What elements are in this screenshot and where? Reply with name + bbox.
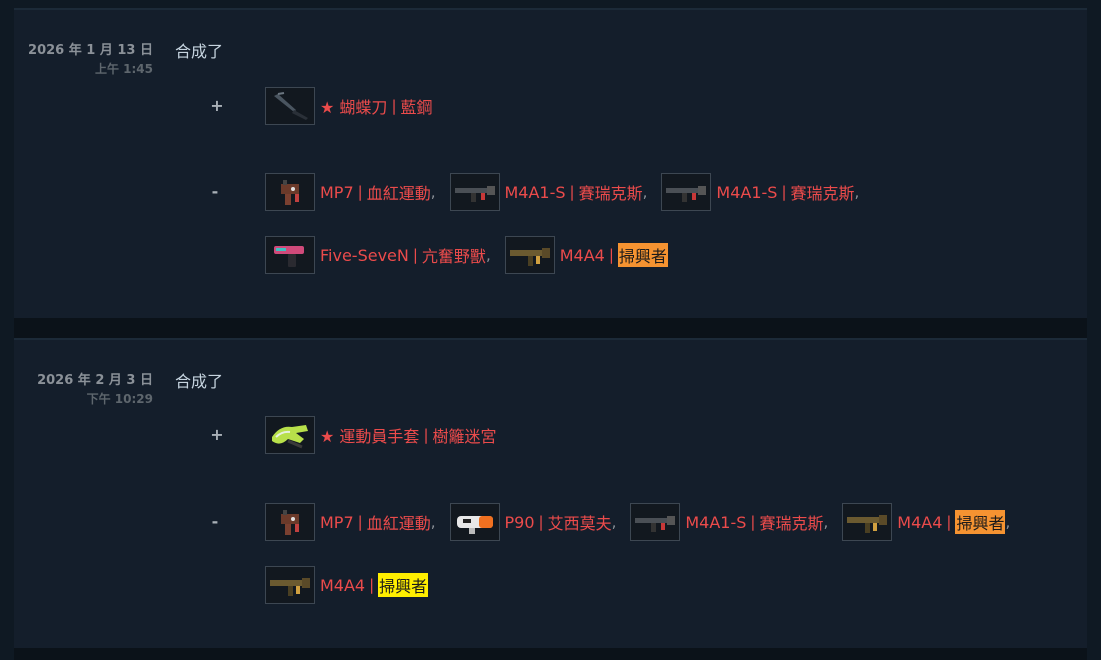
consumed-item[interactable]: M4A1-S | 賽瑞克斯 , — [449, 173, 662, 211]
m4a1s-icon — [449, 173, 500, 211]
p90-icon — [449, 503, 500, 541]
mp7-icon — [265, 503, 315, 541]
item-skin: 藍鋼 — [400, 98, 433, 117]
entry-time: 下午 10:29 — [86, 392, 153, 406]
received-row: ★ 運動員手套 | 樹籬迷宮 — [265, 416, 497, 454]
item-weapon: P90 — [504, 512, 535, 532]
m4a4-icon — [504, 236, 555, 274]
item-separator: | — [369, 576, 375, 594]
consumed-item[interactable]: M4A4 | 掃興者 , — [842, 503, 1010, 541]
item-weapon: M4A1-S — [716, 182, 778, 202]
item-weapon: M4A1-S — [685, 512, 747, 532]
received-item[interactable]: ★ 蝴蝶刀 | 藍鋼 — [265, 87, 433, 125]
item-weapon: ★ 運動員手套 — [320, 427, 420, 446]
consumed-item[interactable]: M4A1-S | 賽瑞克斯 , — [630, 503, 842, 541]
consumed-item[interactable]: Five-SeveN | 亢奮野獸 , — [265, 236, 505, 274]
consumed-row: M4A4 | 掃興者 — [265, 566, 429, 604]
item-skin: 掃興者 — [378, 573, 429, 597]
item-weapon: M4A1-S — [504, 182, 566, 202]
history-entry: 2026 年 1 月 13 日 上午 1:45 合成了 + ★ 蝴蝶刀 | 藍鋼… — [14, 8, 1087, 320]
item-weapon: M4A4 — [559, 245, 605, 265]
consumed-item[interactable]: M4A4 | 掃興者 — [265, 566, 429, 604]
consumed-item[interactable]: MP7 | 血紅運動 , — [265, 173, 450, 211]
item-skin: 血紅運動 — [366, 184, 431, 203]
item-skin: 掃興者 — [955, 510, 1006, 534]
consumed-row: MP7 | 血紅運動 , P90 | 艾西莫夫 , M4A1-S | 賽瑞克斯 … — [265, 503, 1010, 541]
entry-action: 合成了 — [175, 372, 224, 391]
m4a1s-icon — [661, 173, 712, 211]
item-weapon: MP7 — [320, 512, 354, 532]
item-separator: | — [750, 513, 756, 531]
consumed-item[interactable]: P90 | 艾西莫夫 , — [449, 503, 631, 541]
item-separator: | — [357, 513, 363, 531]
item-skin: 樹籬迷宮 — [432, 427, 497, 446]
consumed-row: Five-SeveN | 亢奮野獸 , M4A4 | 掃興者 — [265, 236, 668, 274]
item-separator: | — [423, 426, 429, 444]
item-weapon: M4A4 — [897, 512, 943, 532]
item-separator: | — [781, 183, 787, 201]
mp7-icon — [265, 173, 315, 211]
m4a1s-icon — [630, 503, 681, 541]
entry-divider — [14, 318, 1087, 338]
entry-time: 上午 1:45 — [94, 62, 153, 76]
item-comma: , — [430, 513, 436, 531]
top-strip — [0, 0, 1101, 8]
item-weapon: M4A4 — [320, 575, 366, 595]
item-separator: | — [357, 183, 363, 201]
consumed-sign: - — [211, 182, 219, 201]
item-comma: , — [485, 246, 491, 264]
item-separator: | — [608, 246, 614, 264]
item-skin: 亢奮野獸 — [421, 247, 486, 266]
five-seven-icon — [265, 236, 315, 274]
received-sign: + — [210, 425, 224, 444]
consumed-sign: - — [211, 512, 219, 531]
item-comma: , — [823, 513, 829, 531]
item-separator: | — [538, 513, 544, 531]
received-sign: + — [210, 96, 224, 115]
item-separator: | — [569, 183, 575, 201]
item-skin: 血紅運動 — [366, 514, 431, 533]
item-skin: 賽瑞克斯 — [759, 514, 824, 533]
item-weapon: ★ 蝴蝶刀 — [320, 98, 388, 117]
consumed-item[interactable]: M4A4 | 掃興者 — [504, 236, 668, 274]
item-comma: , — [430, 183, 436, 201]
item-comma: , — [854, 183, 860, 201]
consumed-row: MP7 | 血紅運動 , M4A1-S | 賽瑞克斯 , M4A1-S | 賽瑞… — [265, 173, 873, 211]
received-item[interactable]: ★ 運動員手套 | 樹籬迷宮 — [265, 416, 497, 454]
m4a4-icon — [265, 566, 315, 604]
item-weapon: Five-SeveN — [320, 245, 409, 265]
received-row: ★ 蝴蝶刀 | 藍鋼 — [265, 87, 433, 125]
entry-date: 2026 年 1 月 13 日 — [28, 43, 153, 58]
item-comma: , — [611, 513, 617, 531]
item-separator: | — [412, 246, 418, 264]
item-comma: , — [1005, 513, 1011, 531]
entry-date: 2026 年 2 月 3 日 — [37, 373, 153, 388]
item-skin: 艾西莫夫 — [547, 514, 612, 533]
item-comma: , — [642, 183, 648, 201]
item-skin: 賽瑞克斯 — [578, 184, 643, 203]
butterfly-knife-icon — [265, 87, 315, 125]
item-skin: 掃興者 — [617, 243, 668, 267]
history-entry: 2026 年 2 月 3 日 下午 10:29 合成了 + ★ 運動員手套 | … — [14, 338, 1087, 650]
m4a4-icon — [842, 503, 893, 541]
sport-gloves-icon — [265, 416, 315, 454]
item-weapon: MP7 — [320, 182, 354, 202]
entry-action: 合成了 — [175, 42, 224, 61]
bottom-divider — [14, 648, 1087, 660]
consumed-item[interactable]: MP7 | 血紅運動 , — [265, 503, 450, 541]
consumed-item[interactable]: M4A1-S | 賽瑞克斯 , — [661, 173, 873, 211]
item-separator: | — [946, 513, 952, 531]
item-separator: | — [391, 97, 397, 115]
item-skin: 賽瑞克斯 — [790, 184, 855, 203]
